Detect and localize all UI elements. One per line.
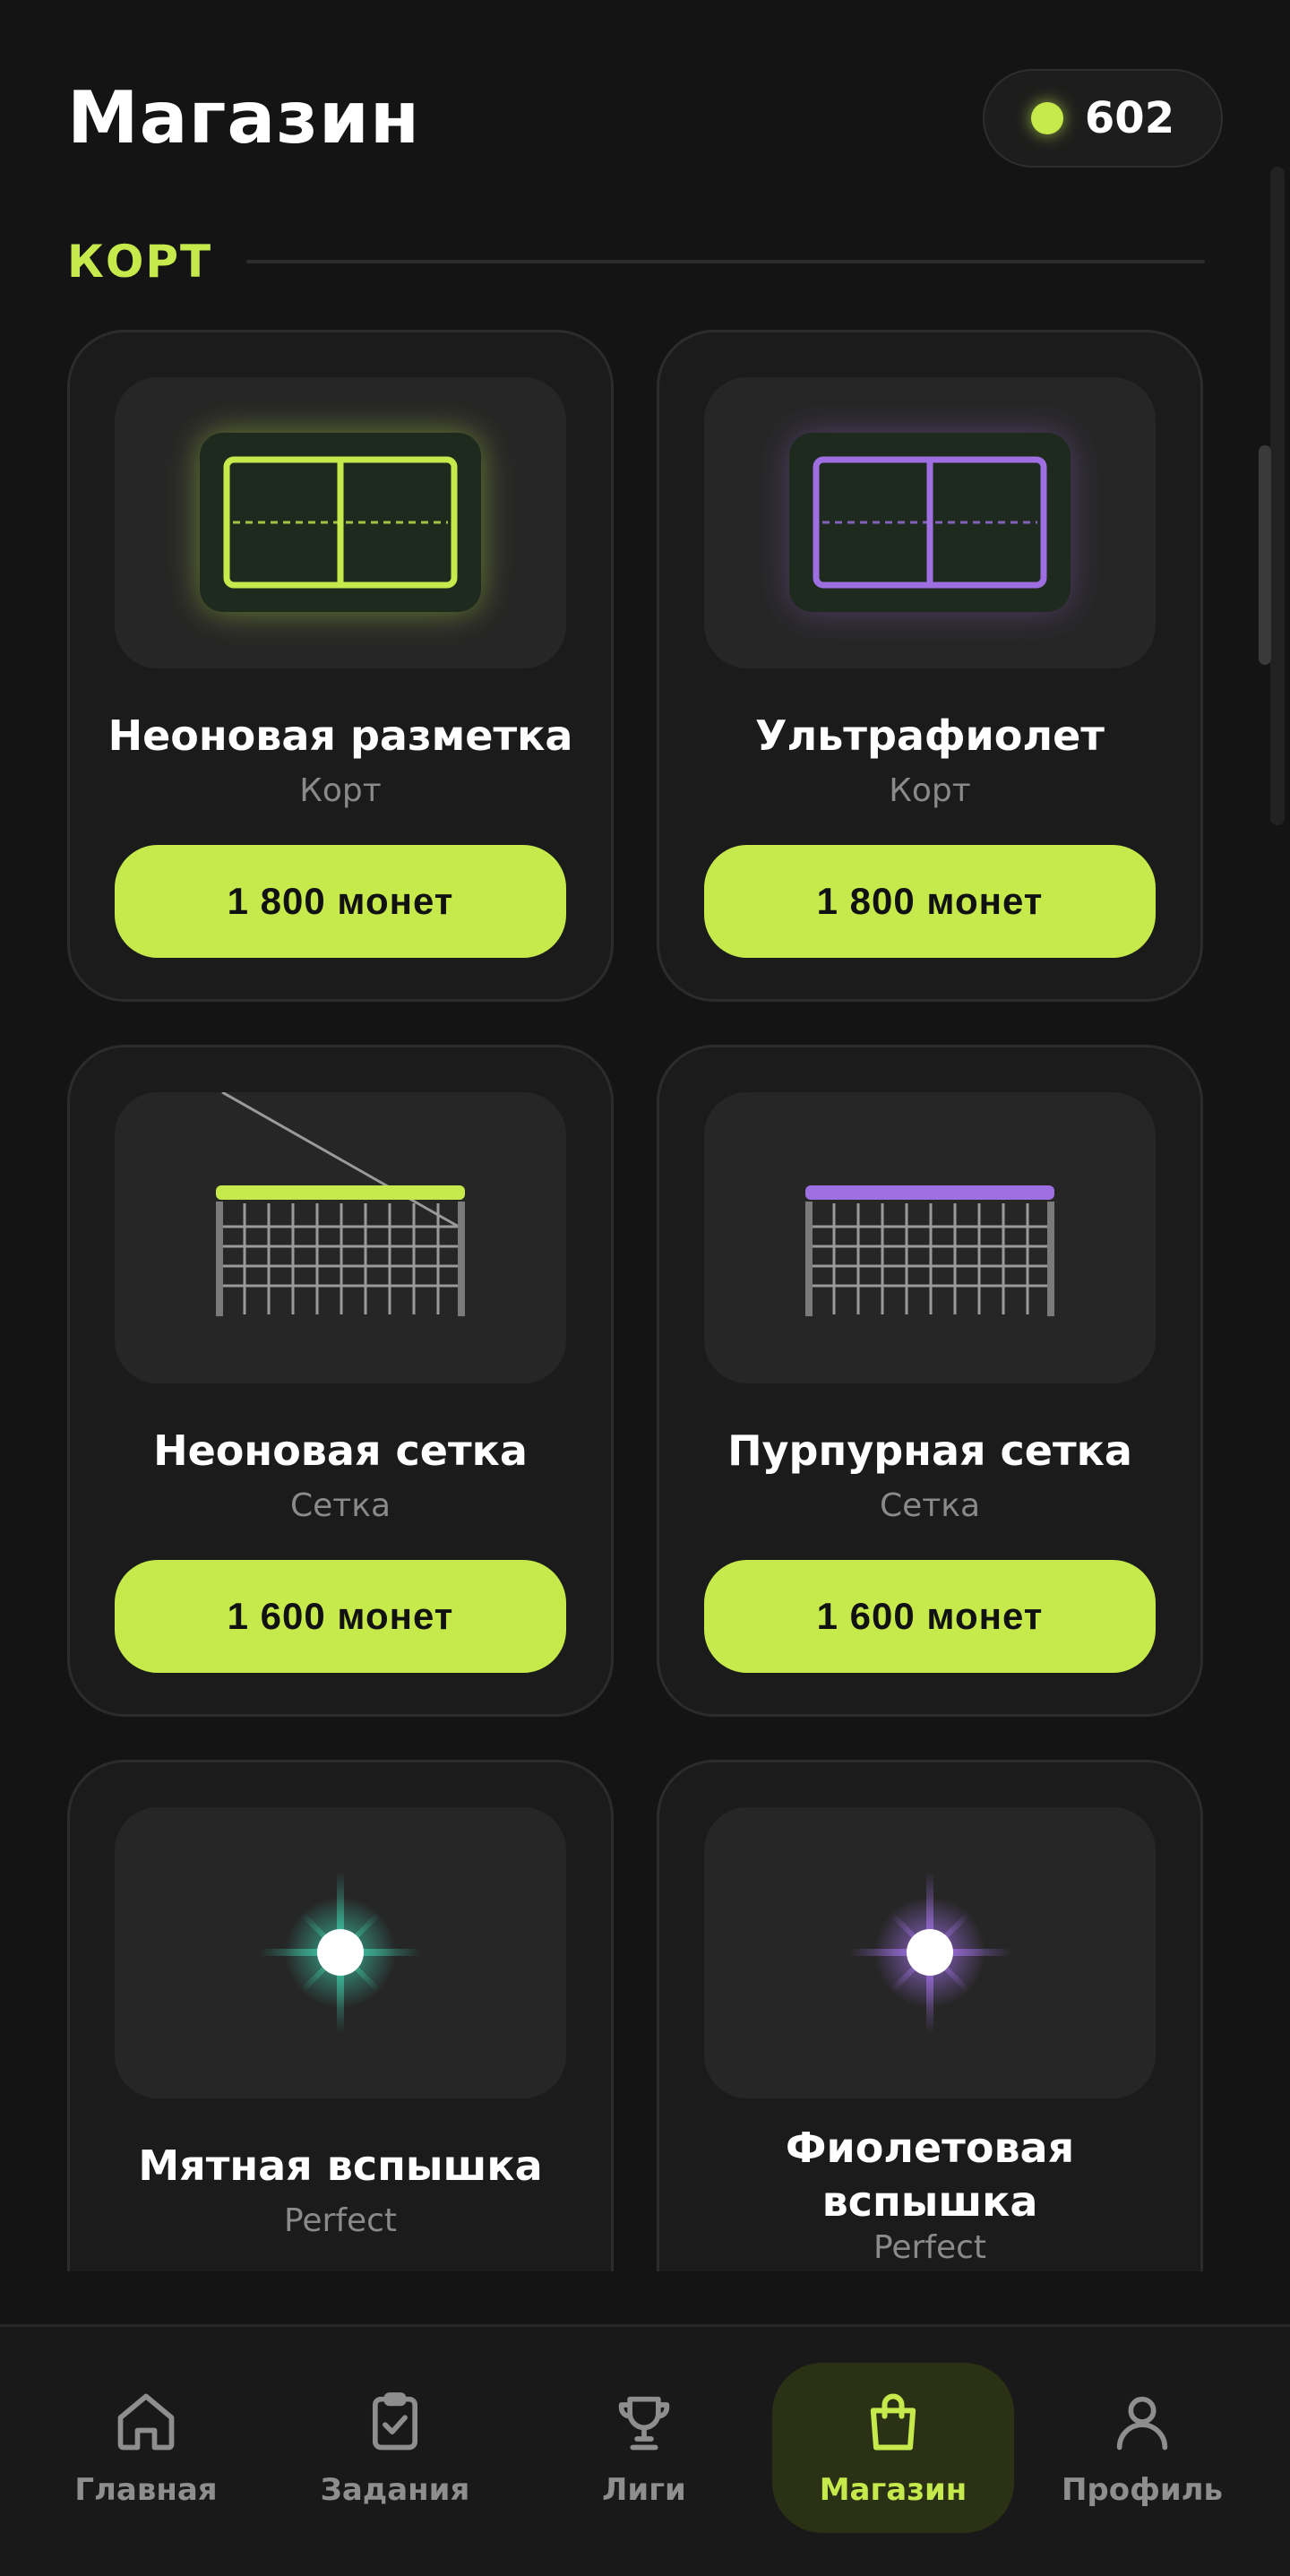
item-preview	[704, 1807, 1156, 2098]
shop-item-card[interactable]: Ультрафиолет Корт 1 800 монет	[657, 330, 1203, 1002]
nav-label: Магазин	[819, 2472, 968, 2508]
item-category: Корт	[299, 772, 382, 809]
item-category: Сетка	[879, 1487, 981, 1524]
item-preview	[115, 1807, 566, 2098]
nav-label: Профиль	[1061, 2472, 1224, 2508]
item-name: Мятная вспышка	[138, 2141, 543, 2190]
net-icon	[216, 1092, 465, 1316]
item-category: Корт	[889, 772, 971, 809]
court-icon	[200, 433, 481, 612]
bottom-navigation: Главная Задания Лиги Магазин Профиль	[0, 2324, 1290, 2576]
nav-item-home[interactable]: Главная	[25, 2363, 267, 2533]
buy-button[interactable]: 1 800 монет	[115, 845, 566, 958]
item-name: Пурпурная сетка	[727, 1426, 1132, 1475]
nav-item-leagues[interactable]: Лиги	[523, 2363, 765, 2533]
user-icon	[1116, 2396, 1168, 2451]
item-category: Сетка	[289, 1487, 391, 1524]
home-icon	[117, 2393, 175, 2451]
item-name: Фиолетовая вспышка	[785, 2124, 1075, 2226]
item-category: Perfect	[283, 2202, 398, 2239]
nav-label: Задания	[320, 2472, 470, 2508]
section-divider	[246, 260, 1205, 263]
coin-icon	[1030, 102, 1063, 134]
court-icon	[789, 433, 1071, 612]
shop-items-grid: Неоновая разметка Корт 1 800 монет Ультр…	[67, 330, 1205, 2271]
scrollbar-track[interactable]	[1270, 167, 1285, 825]
nav-label: Главная	[74, 2472, 218, 2508]
sparkle-icon	[260, 1872, 421, 2033]
shop-screen: Магазин 602 КОРТ Неоновая разметка Корт …	[0, 0, 1290, 2576]
shop-item-card[interactable]: Неоновая сетка Сетка 1 600 монет	[67, 1045, 614, 1717]
shop-item-card[interactable]: Неоновая разметка Корт 1 800 монет	[67, 330, 614, 1002]
item-name: Неоновая разметка	[108, 711, 573, 760]
nav-label: Лиги	[602, 2472, 686, 2508]
shopping-bag-icon	[870, 2393, 916, 2451]
coin-balance-value: 602	[1084, 93, 1175, 143]
page-title: Магазин	[67, 76, 421, 159]
item-name: Неоновая сетка	[153, 1426, 528, 1475]
clipboard-check-icon	[372, 2392, 418, 2451]
nav-item-profile[interactable]: Профиль	[1021, 2363, 1263, 2533]
nav-item-shop[interactable]: Магазин	[772, 2363, 1014, 2533]
buy-button[interactable]: 1 600 монет	[115, 1560, 566, 1673]
shop-items-scroll-area[interactable]: Неоновая разметка Корт 1 800 монет Ультр…	[0, 323, 1290, 2271]
nav-item-tasks[interactable]: Задания	[274, 2363, 516, 2533]
item-preview	[115, 1092, 566, 1383]
item-preview	[115, 377, 566, 668]
item-name: Ультрафиолет	[755, 711, 1105, 760]
net-icon	[805, 1185, 1054, 1316]
coin-balance[interactable]: 602	[983, 69, 1223, 168]
section-header: КОРТ	[67, 235, 1205, 289]
item-category: Perfect	[873, 2229, 987, 2266]
shop-item-card[interactable]: Пурпурная сетка Сетка 1 600 монет	[657, 1045, 1203, 1717]
sparkle-icon	[849, 1872, 1010, 2033]
shop-item-card[interactable]: Фиолетовая вспышка Perfect	[657, 1760, 1203, 2271]
buy-button[interactable]: 1 600 монет	[704, 1560, 1156, 1673]
buy-button[interactable]: 1 800 монет	[704, 845, 1156, 958]
section-title: КОРТ	[67, 236, 213, 288]
item-preview	[704, 377, 1156, 668]
trophy-icon	[618, 2396, 670, 2451]
shop-item-card[interactable]: Мятная вспышка Perfect	[67, 1760, 614, 2271]
scrollbar-thumb[interactable]	[1259, 445, 1271, 665]
item-preview	[704, 1092, 1156, 1383]
